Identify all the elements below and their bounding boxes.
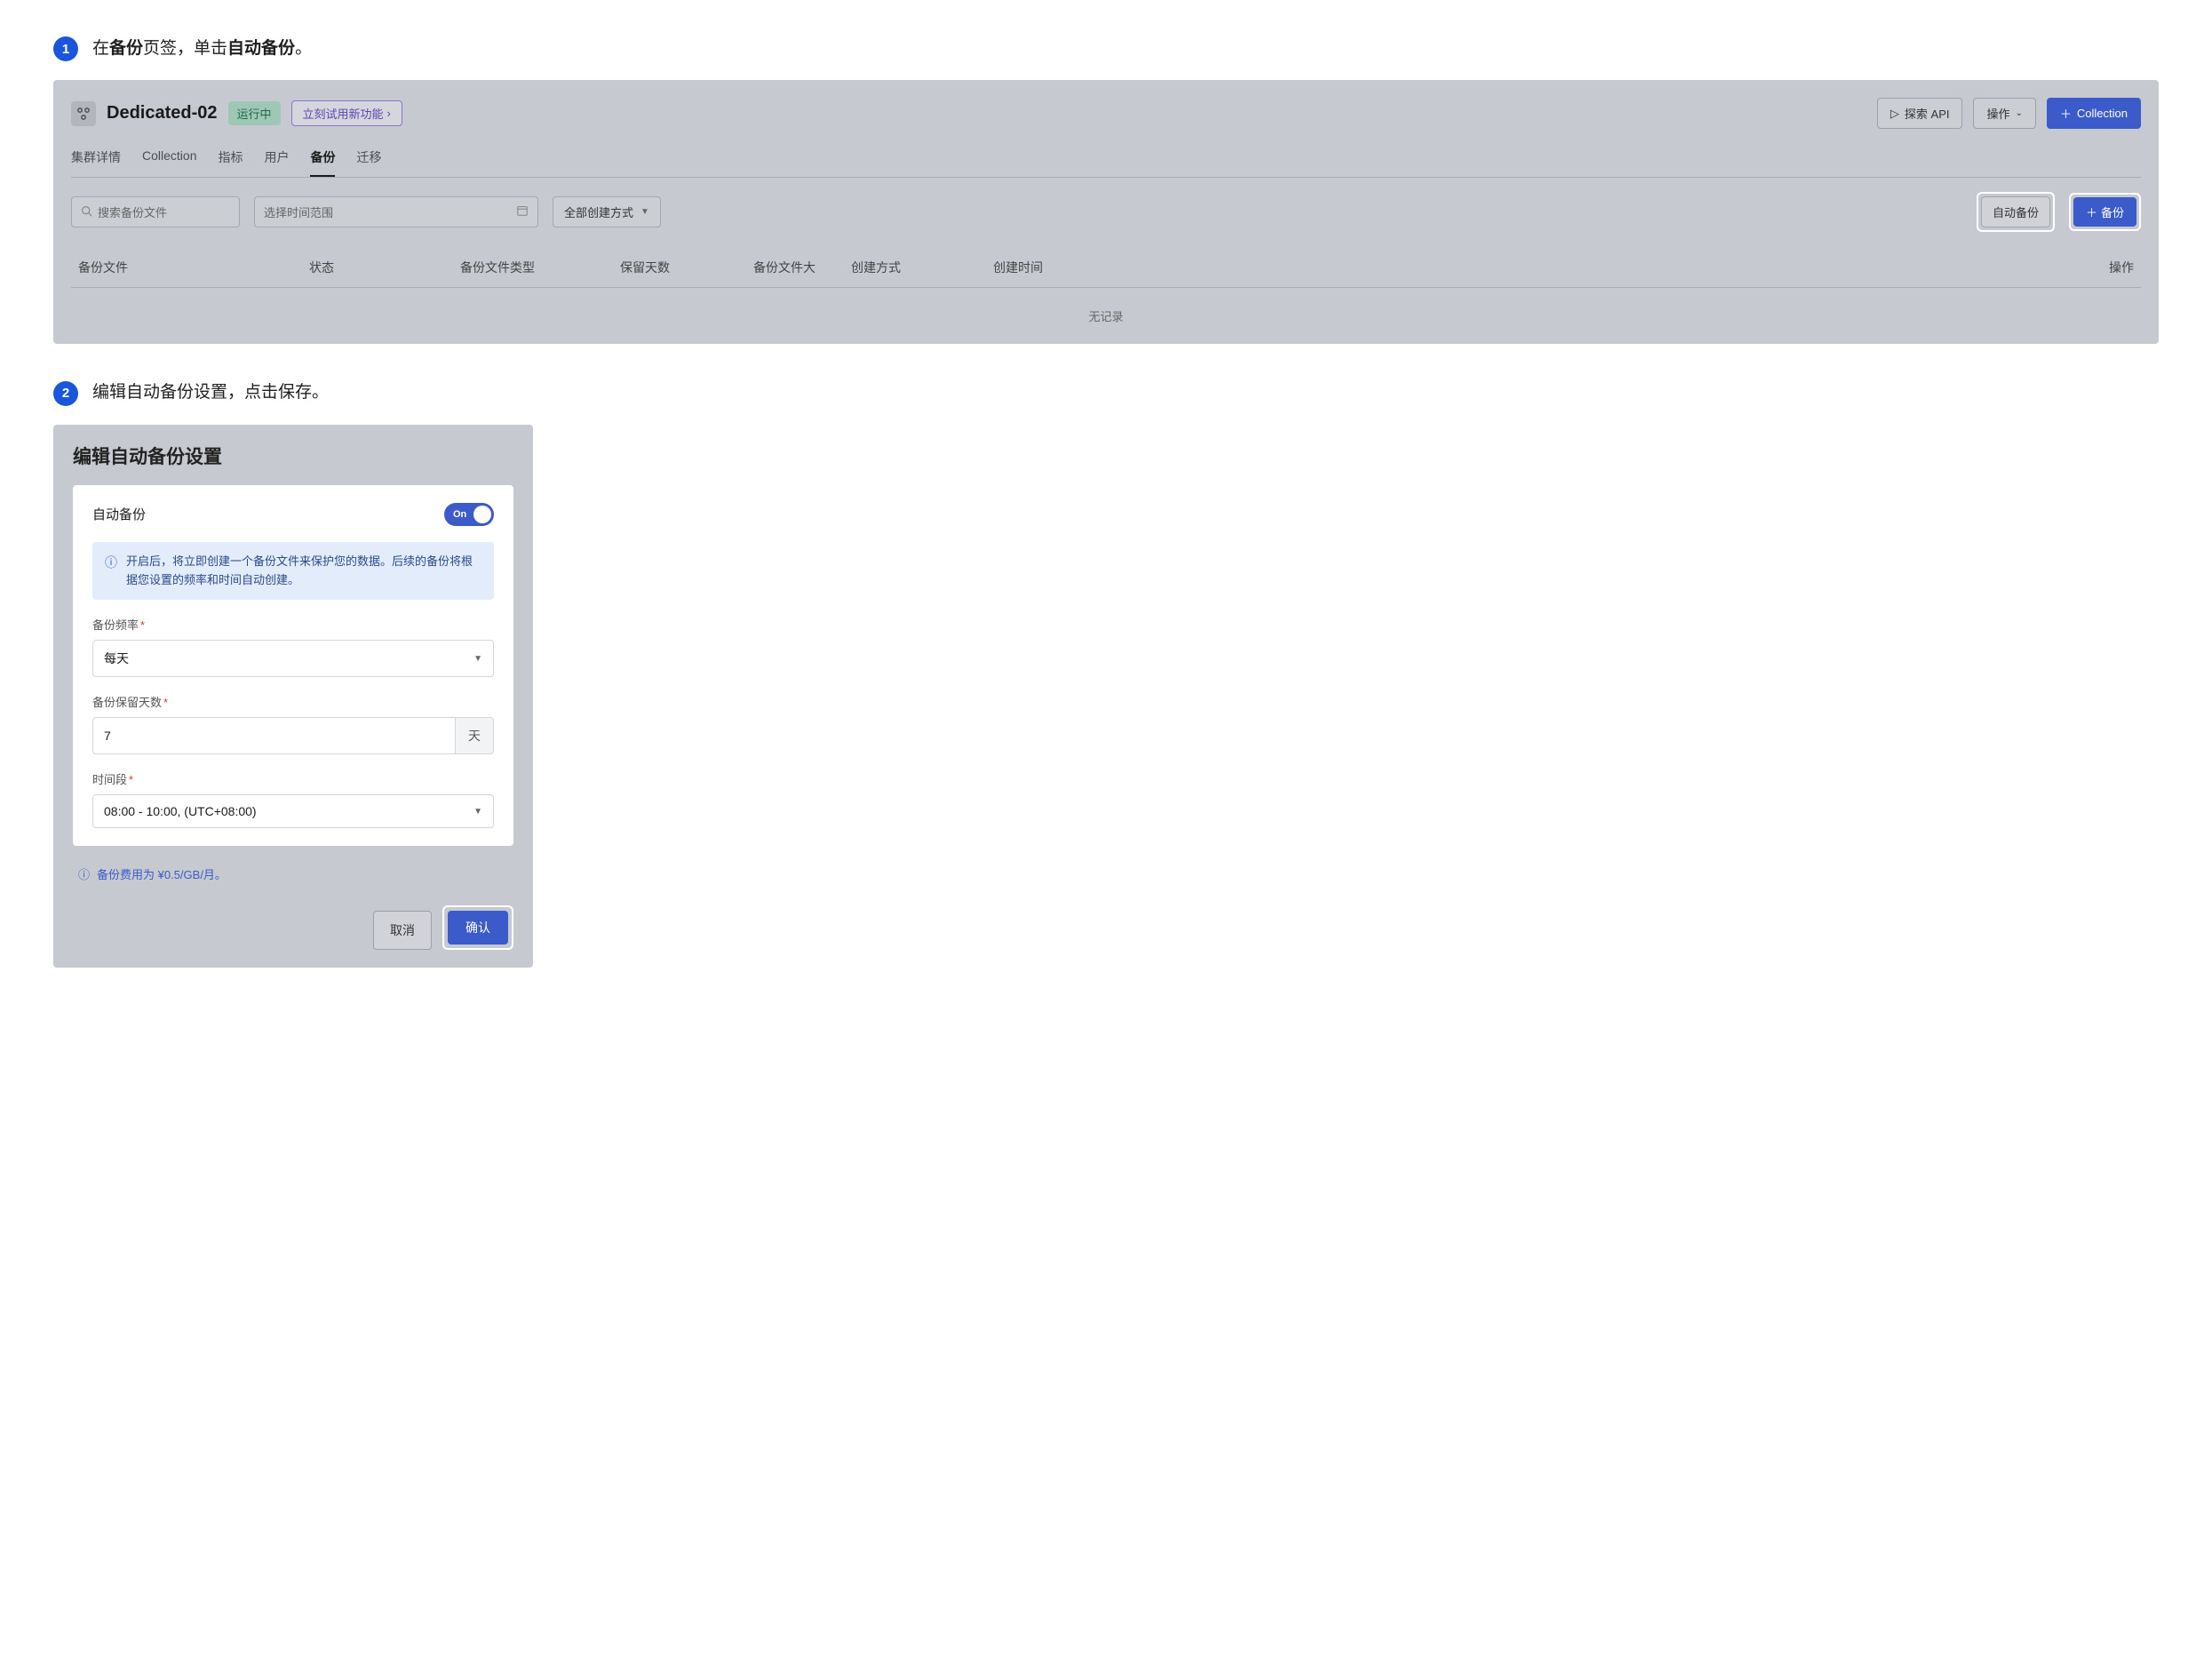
timewindow-group: 时间段* 08:00 - 10:00, (UTC+08:00) ▼ — [92, 770, 494, 828]
step-1-text: 在备份页签，单击自动备份。 — [92, 36, 312, 62]
auto-backup-button[interactable]: 自动备份 — [1981, 196, 2050, 227]
auto-backup-highlight: 自动备份 — [1977, 192, 2055, 232]
th-days: 保留天数 — [620, 259, 753, 276]
modal-title: 编辑自动备份设置 — [73, 442, 513, 469]
cluster-title-row: Dedicated-02 运行中 立刻试用新功能 › ▷ 探索 API 操作 ⌄… — [71, 98, 2141, 129]
price-note: ⓘ 备份费用为 ¥0.5/GB/月。 — [73, 853, 513, 889]
table-header-row: 备份文件 状态 备份文件类型 保留天数 备份文件大 创建方式 创建时间 操作 — [71, 248, 2141, 288]
retention-input[interactable] — [92, 717, 455, 754]
retention-group: 备份保留天数* 天 — [92, 693, 494, 754]
caret-down-icon: ▼ — [473, 807, 482, 817]
th-file: 备份文件 — [78, 259, 309, 276]
search-icon — [81, 205, 92, 219]
screenshot-backup-tab: Dedicated-02 运行中 立刻试用新功能 › ▷ 探索 API 操作 ⌄… — [53, 80, 2159, 344]
step-1-number: 1 — [53, 36, 78, 61]
cluster-icon — [71, 101, 96, 126]
step-2-header: 2 编辑自动备份设置，点击保存。 — [53, 379, 2159, 406]
caret-down-icon: ▼ — [473, 654, 482, 664]
backup-highlight: ＋ 备份 — [2069, 193, 2141, 231]
toggle-label: 自动备份 — [92, 505, 146, 523]
info-icon: ⓘ — [105, 554, 117, 590]
creation-method-select[interactable]: 全部创建方式 ▼ — [553, 196, 661, 227]
info-banner: ⓘ 开启后，将立即创建一个备份文件来保护您的数据。后续的备份将根据您设置的频率和… — [92, 542, 494, 601]
timewindow-select[interactable]: 08:00 - 10:00, (UTC+08:00) ▼ — [92, 794, 494, 828]
tab-migration[interactable]: 迁移 — [356, 148, 381, 177]
frequency-group: 备份频率* 每天 ▼ — [92, 616, 494, 677]
retention-label: 备份保留天数* — [92, 693, 494, 710]
chevron-right-icon: › — [387, 107, 391, 120]
step-2-number: 2 — [53, 381, 78, 406]
tab-collection[interactable]: Collection — [142, 148, 196, 177]
timewindow-label: 时间段* — [92, 770, 494, 787]
create-backup-button[interactable]: ＋ 备份 — [2073, 197, 2136, 227]
tab-cluster-details[interactable]: 集群详情 — [71, 148, 121, 177]
th-ops: 操作 — [1126, 259, 2134, 276]
try-feature-badge[interactable]: 立刻试用新功能 › — [291, 100, 402, 126]
th-method: 创建方式 — [851, 259, 993, 276]
step-1-header: 1 在备份页签，单击自动备份。 — [53, 36, 2159, 62]
tab-metrics[interactable]: 指标 — [218, 148, 243, 177]
edit-auto-backup-modal: 编辑自动备份设置 自动备份 On ⓘ 开启后，将立即创建一个备份文件来保护您的数… — [53, 425, 533, 968]
frequency-select[interactable]: 每天 ▼ — [92, 640, 494, 677]
toggle-knob — [473, 506, 491, 523]
modal-actions: 取消 确认 — [73, 905, 513, 950]
calendar-icon — [516, 204, 529, 219]
date-range-input[interactable]: 选择时间范围 — [254, 196, 538, 227]
add-collection-button[interactable]: ＋ Collection — [2047, 98, 2141, 129]
filter-row: 搜索备份文件 选择时间范围 全部创建方式 ▼ 自动备份 ＋ 备份 — [71, 192, 2141, 232]
th-status: 状态 — [309, 259, 460, 276]
auto-backup-toggle[interactable]: On — [444, 503, 494, 526]
plus-icon: ＋ — [2060, 105, 2072, 122]
modal-form-card: 自动备份 On ⓘ 开启后，将立即创建一个备份文件来保护您的数据。后续的备份将根… — [73, 485, 513, 847]
play-icon: ▷ — [1890, 107, 1899, 121]
chevron-down-icon: ⌄ — [2016, 108, 2023, 118]
plus-icon: ＋ — [2086, 203, 2097, 220]
info-icon: ⓘ — [78, 865, 90, 882]
toggle-state-text: On — [453, 509, 466, 520]
confirm-button[interactable]: 确认 — [448, 911, 508, 945]
tab-backup[interactable]: 备份 — [310, 148, 335, 177]
cancel-button[interactable]: 取消 — [373, 911, 432, 950]
th-size: 备份文件大 — [753, 259, 851, 276]
auto-backup-toggle-row: 自动备份 On — [92, 503, 494, 526]
search-input[interactable]: 搜索备份文件 — [71, 196, 240, 227]
th-type: 备份文件类型 — [460, 259, 620, 276]
tabs-row: 集群详情 Collection 指标 用户 备份 迁移 — [71, 148, 2141, 178]
cluster-name: Dedicated-02 — [107, 103, 218, 124]
tab-users[interactable]: 用户 — [264, 148, 289, 177]
explore-api-button[interactable]: ▷ 探索 API — [1877, 98, 1963, 129]
caret-down-icon: ▼ — [641, 207, 649, 217]
no-records-text: 无记录 — [71, 288, 2141, 344]
th-time: 创建时间 — [993, 259, 1126, 276]
step-2-text: 编辑自动备份设置，点击保存。 — [92, 379, 329, 406]
confirm-highlight: 确认 — [442, 905, 513, 950]
retention-unit: 天 — [455, 717, 494, 754]
status-badge: 运行中 — [228, 101, 281, 125]
frequency-label: 备份频率* — [92, 616, 494, 633]
info-text: 开启后，将立即创建一个备份文件来保护您的数据。后续的备份将根据您设置的频率和时间… — [126, 553, 481, 590]
ops-dropdown-button[interactable]: 操作 ⌄ — [1973, 98, 2035, 129]
